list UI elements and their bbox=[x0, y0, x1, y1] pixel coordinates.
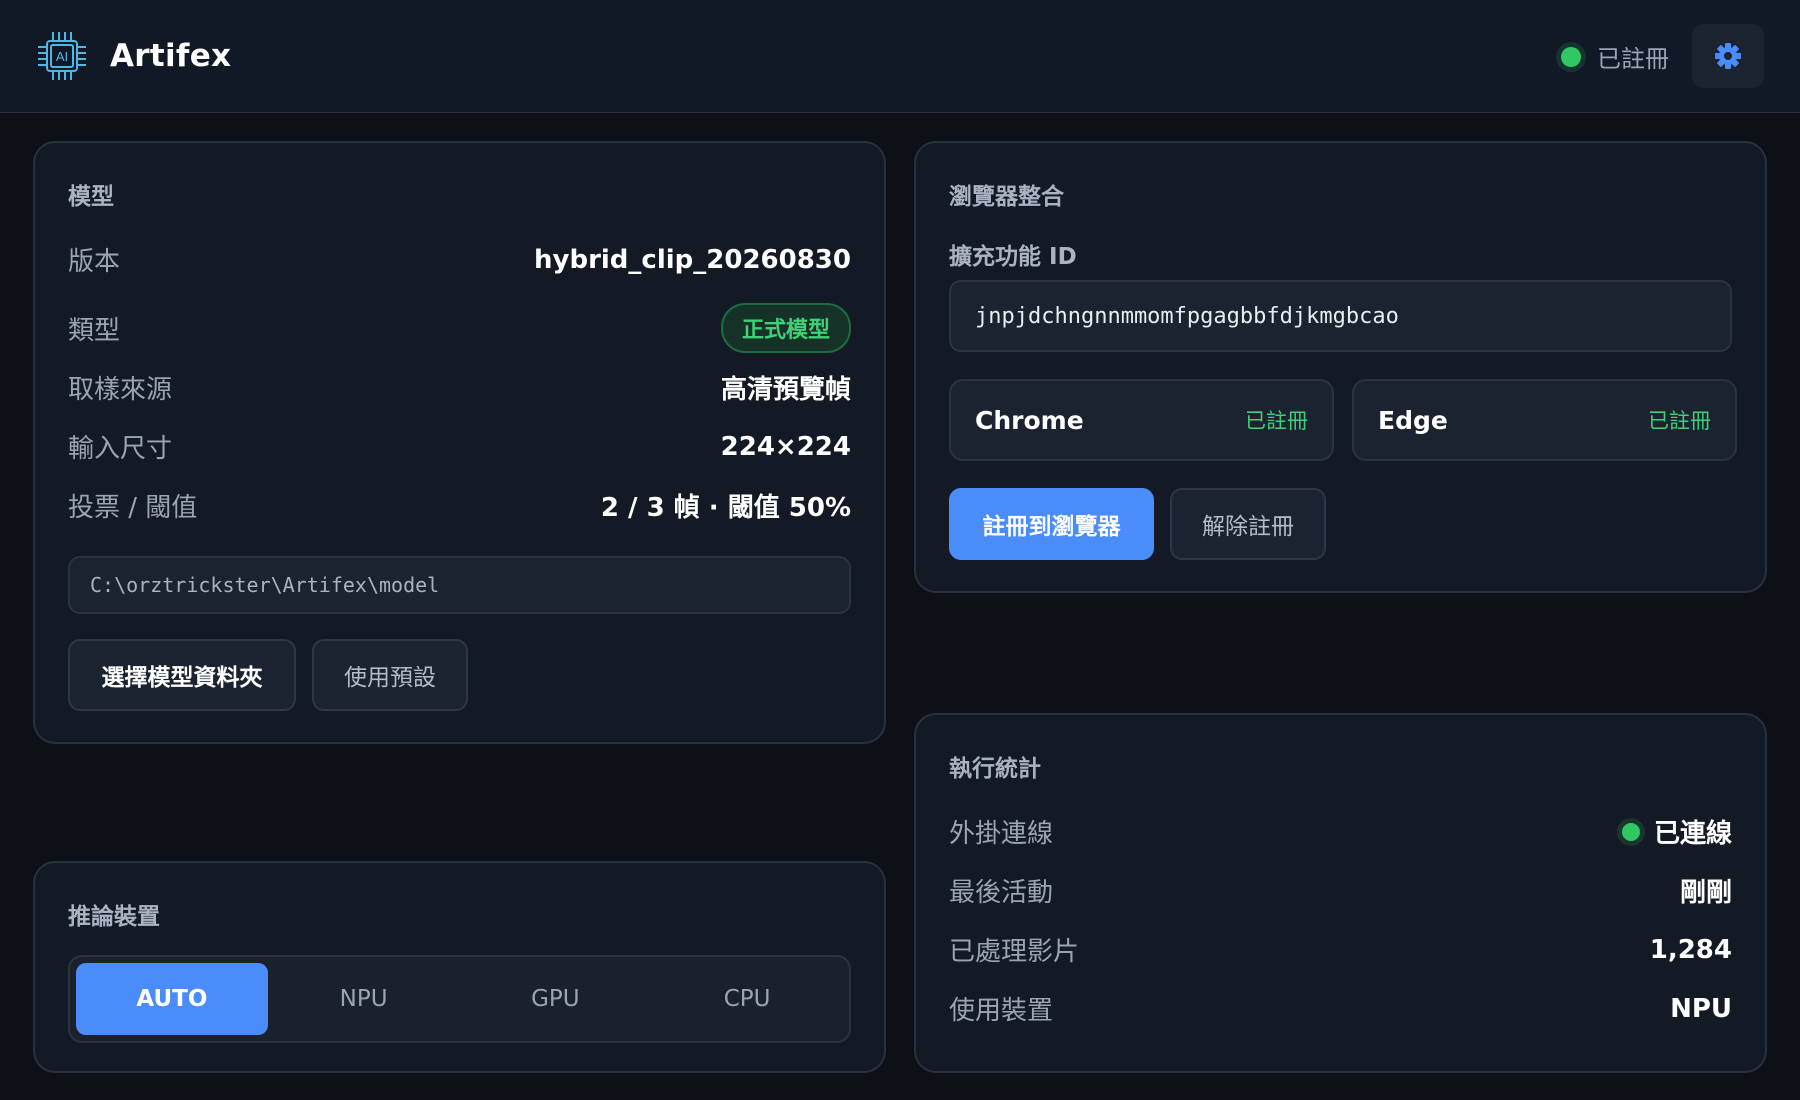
register-browser-button[interactable]: 註冊到瀏覽器 bbox=[949, 488, 1154, 560]
row-value: 1,284 bbox=[1649, 934, 1732, 965]
settings-button[interactable] bbox=[1692, 24, 1764, 88]
stats-card-title: 執行統計 bbox=[949, 756, 1041, 782]
extension-id-field[interactable]: jnpjdchngnnmmomfpgagbbfdjkmgbcao bbox=[949, 280, 1732, 352]
row-label: 取樣來源 bbox=[68, 375, 173, 405]
stats-row-device-used: 使用裝置 NPU bbox=[949, 990, 1732, 1027]
model-row-input-size: 輸入尺寸 224×224 bbox=[68, 428, 851, 465]
row-value: 高清預覽幀 bbox=[720, 375, 851, 405]
unregister-button[interactable]: 解除註冊 bbox=[1170, 488, 1326, 560]
row-value: 剛剛 bbox=[1679, 878, 1732, 908]
model-row-version: 版本 hybrid_clip_20260830 bbox=[68, 241, 851, 278]
browser-tile-chrome: Chrome 已註冊 bbox=[949, 379, 1334, 461]
app-name: Artifex bbox=[110, 38, 232, 74]
ai-chip-icon: AI bbox=[38, 32, 86, 80]
stats-row-last-activity: 最後活動 剛剛 bbox=[949, 872, 1732, 909]
brand: AI Artifex bbox=[36, 30, 231, 82]
model-card: 模型 版本 hybrid_clip_20260830 類型 正式模型 取樣來源 … bbox=[33, 141, 886, 744]
browser-tile-edge: Edge 已註冊 bbox=[1352, 379, 1737, 461]
row-label: 輸入尺寸 bbox=[68, 434, 173, 464]
status-dot bbox=[1621, 822, 1640, 841]
stats-row-processed-videos: 已處理影片 1,284 bbox=[949, 931, 1732, 968]
device-option-auto[interactable]: AUTO bbox=[76, 963, 268, 1035]
gear-icon bbox=[1715, 43, 1741, 69]
status-dot bbox=[1561, 46, 1581, 67]
browser-status: 已註冊 bbox=[1245, 409, 1308, 433]
model-row-vote-threshold: 投票 / 閾值 2 / 3 幀 · 閾值 50% bbox=[68, 487, 851, 524]
stats-row-plugin-connection: 外掛連線 已連線 bbox=[949, 813, 1732, 850]
row-label: 版本 bbox=[68, 247, 121, 277]
device-selector: AUTO NPU GPU CPU bbox=[68, 955, 851, 1043]
select-model-folder-button[interactable]: 選擇模型資料夾 bbox=[68, 639, 296, 711]
browser-card: 瀏覽器整合 擴充功能 ID jnpjdchngnnmmomfpgagbbfdjk… bbox=[914, 141, 1767, 593]
extension-id-label: 擴充功能 ID bbox=[949, 244, 1077, 270]
browser-status: 已註冊 bbox=[1648, 409, 1711, 433]
row-label: 最後活動 bbox=[949, 878, 1054, 908]
row-value: 已連線 bbox=[1653, 819, 1732, 849]
row-value: hybrid_clip_20260830 bbox=[534, 244, 851, 275]
device-card: 推論裝置 AUTO NPU GPU CPU bbox=[33, 861, 886, 1073]
device-option-npu[interactable]: NPU bbox=[268, 963, 460, 1035]
logo-text: AI bbox=[56, 49, 68, 64]
row-label: 外掛連線 bbox=[949, 819, 1054, 849]
row-label: 已處理影片 bbox=[949, 937, 1080, 967]
row-value: NPU bbox=[1670, 993, 1732, 1024]
device-option-cpu[interactable]: CPU bbox=[651, 963, 843, 1035]
model-card-title: 模型 bbox=[68, 184, 114, 210]
model-type-badge: 正式模型 bbox=[720, 303, 851, 353]
row-label: 使用裝置 bbox=[949, 996, 1054, 1026]
connection-status: 已連線 bbox=[1621, 813, 1732, 850]
top-bar: AI Artifex 已註冊 bbox=[0, 0, 1800, 113]
model-row-type: 類型 正式模型 bbox=[68, 303, 851, 353]
device-option-gpu[interactable]: GPU bbox=[460, 963, 652, 1035]
row-value: 224×224 bbox=[720, 431, 851, 462]
status-text: 已註冊 bbox=[1597, 45, 1669, 73]
model-path-field[interactable]: C:\orztrickster\Artifex\model bbox=[68, 556, 851, 614]
row-label: 類型 bbox=[68, 315, 121, 346]
model-row-source: 取樣來源 高清預覽幀 bbox=[68, 369, 851, 406]
device-card-title: 推論裝置 bbox=[68, 904, 160, 930]
use-default-button[interactable]: 使用預設 bbox=[312, 639, 468, 711]
registration-status: 已註冊 bbox=[1561, 39, 1669, 74]
stats-card: 執行統計 外掛連線 已連線 最後活動 剛剛 已處理影片 1,284 使用裝置 N… bbox=[914, 713, 1767, 1073]
browser-name: Chrome bbox=[975, 405, 1084, 435]
row-label: 投票 / 閾值 bbox=[68, 493, 198, 523]
browser-card-title: 瀏覽器整合 bbox=[949, 184, 1064, 210]
row-value: 2 / 3 幀 · 閾值 50% bbox=[600, 493, 851, 523]
browser-name: Edge bbox=[1378, 405, 1448, 435]
